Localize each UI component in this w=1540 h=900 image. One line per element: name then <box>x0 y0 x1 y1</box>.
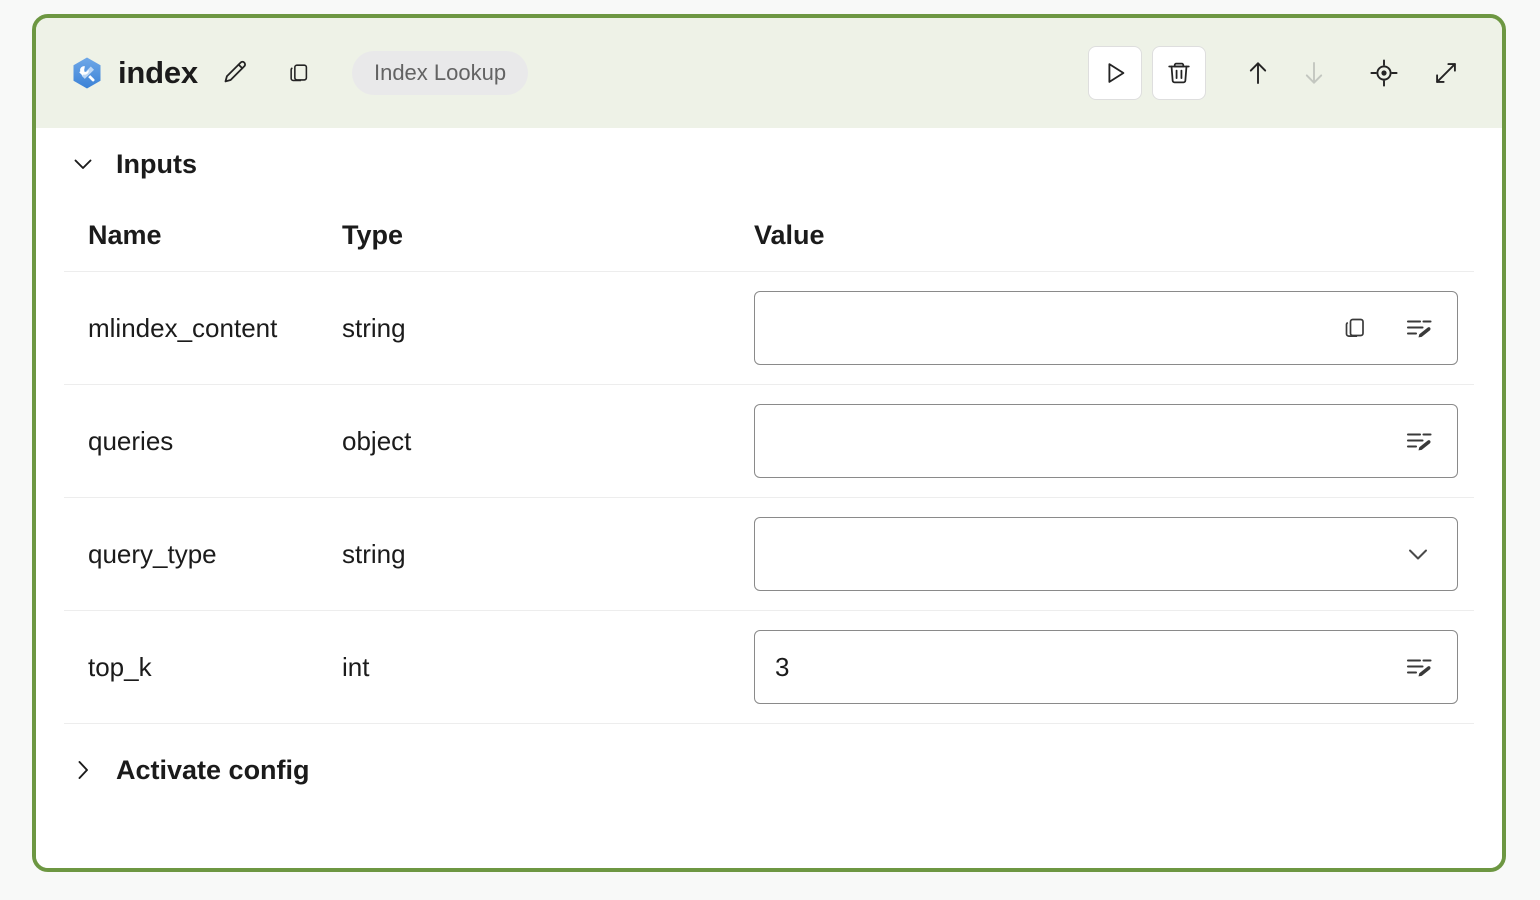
inputs-section-label: Inputs <box>116 149 197 180</box>
crosshair-icon[interactable] <box>1356 46 1412 100</box>
move-up-button[interactable] <box>1230 46 1286 100</box>
edit-text-icon[interactable] <box>1399 647 1439 687</box>
input-type: object <box>342 426 754 457</box>
input-name: mlindex_content <box>64 313 342 344</box>
tool-hexagon-icon <box>70 56 104 90</box>
activate-config-label: Activate config <box>116 755 310 786</box>
column-header-value: Value <box>754 220 1474 251</box>
input-type: int <box>342 652 754 683</box>
query-type-dropdown[interactable] <box>754 517 1458 591</box>
top-k-input[interactable]: 3 <box>754 630 1458 704</box>
input-type: string <box>342 313 754 344</box>
chevron-down-icon <box>70 151 96 177</box>
move-down-button <box>1286 46 1342 100</box>
node-title: index <box>118 55 198 91</box>
edit-text-icon[interactable] <box>1399 421 1439 461</box>
input-type: string <box>342 539 754 570</box>
delete-button[interactable] <box>1152 46 1206 100</box>
copy-icon[interactable] <box>1335 308 1375 348</box>
queries-input[interactable] <box>754 404 1458 478</box>
inputs-table: Name Type Value mlindex_content string <box>64 200 1474 724</box>
expand-arrows-icon[interactable] <box>1418 46 1474 100</box>
column-header-type: Type <box>342 220 754 251</box>
node-header-actions <box>1088 46 1474 100</box>
input-value-cell <box>754 404 1474 478</box>
input-value-cell <box>754 517 1474 591</box>
table-row: mlindex_content string <box>64 272 1474 385</box>
edit-text-icon[interactable] <box>1399 308 1439 348</box>
pencil-icon[interactable] <box>212 50 258 96</box>
activate-config-toggle[interactable]: Activate config <box>64 724 1474 816</box>
mlindex-content-input[interactable] <box>754 291 1458 365</box>
node-body: Inputs Name Type Value mlindex_content s… <box>36 128 1502 868</box>
table-row: query_type string <box>64 498 1474 611</box>
node-header-left: index Index Lookup <box>70 50 1088 96</box>
input-value-cell <box>754 291 1474 365</box>
node-type-badge: Index Lookup <box>352 51 528 95</box>
input-value-cell: 3 <box>754 630 1474 704</box>
run-button[interactable] <box>1088 46 1142 100</box>
table-row: top_k int 3 <box>64 611 1474 724</box>
node-card: index Index Lookup <box>32 14 1506 872</box>
chevron-down-icon[interactable] <box>1397 533 1439 575</box>
input-value-text: 3 <box>775 652 1399 683</box>
node-header: index Index Lookup <box>36 18 1502 128</box>
table-row: queries object <box>64 385 1474 498</box>
input-name: query_type <box>64 539 342 570</box>
table-header-row: Name Type Value <box>64 200 1474 272</box>
chevron-right-icon <box>70 757 96 783</box>
inputs-section-toggle[interactable]: Inputs <box>64 128 1474 200</box>
input-name: queries <box>64 426 342 457</box>
copy-icon[interactable] <box>276 50 322 96</box>
input-name: top_k <box>64 652 342 683</box>
column-header-name: Name <box>64 220 342 251</box>
